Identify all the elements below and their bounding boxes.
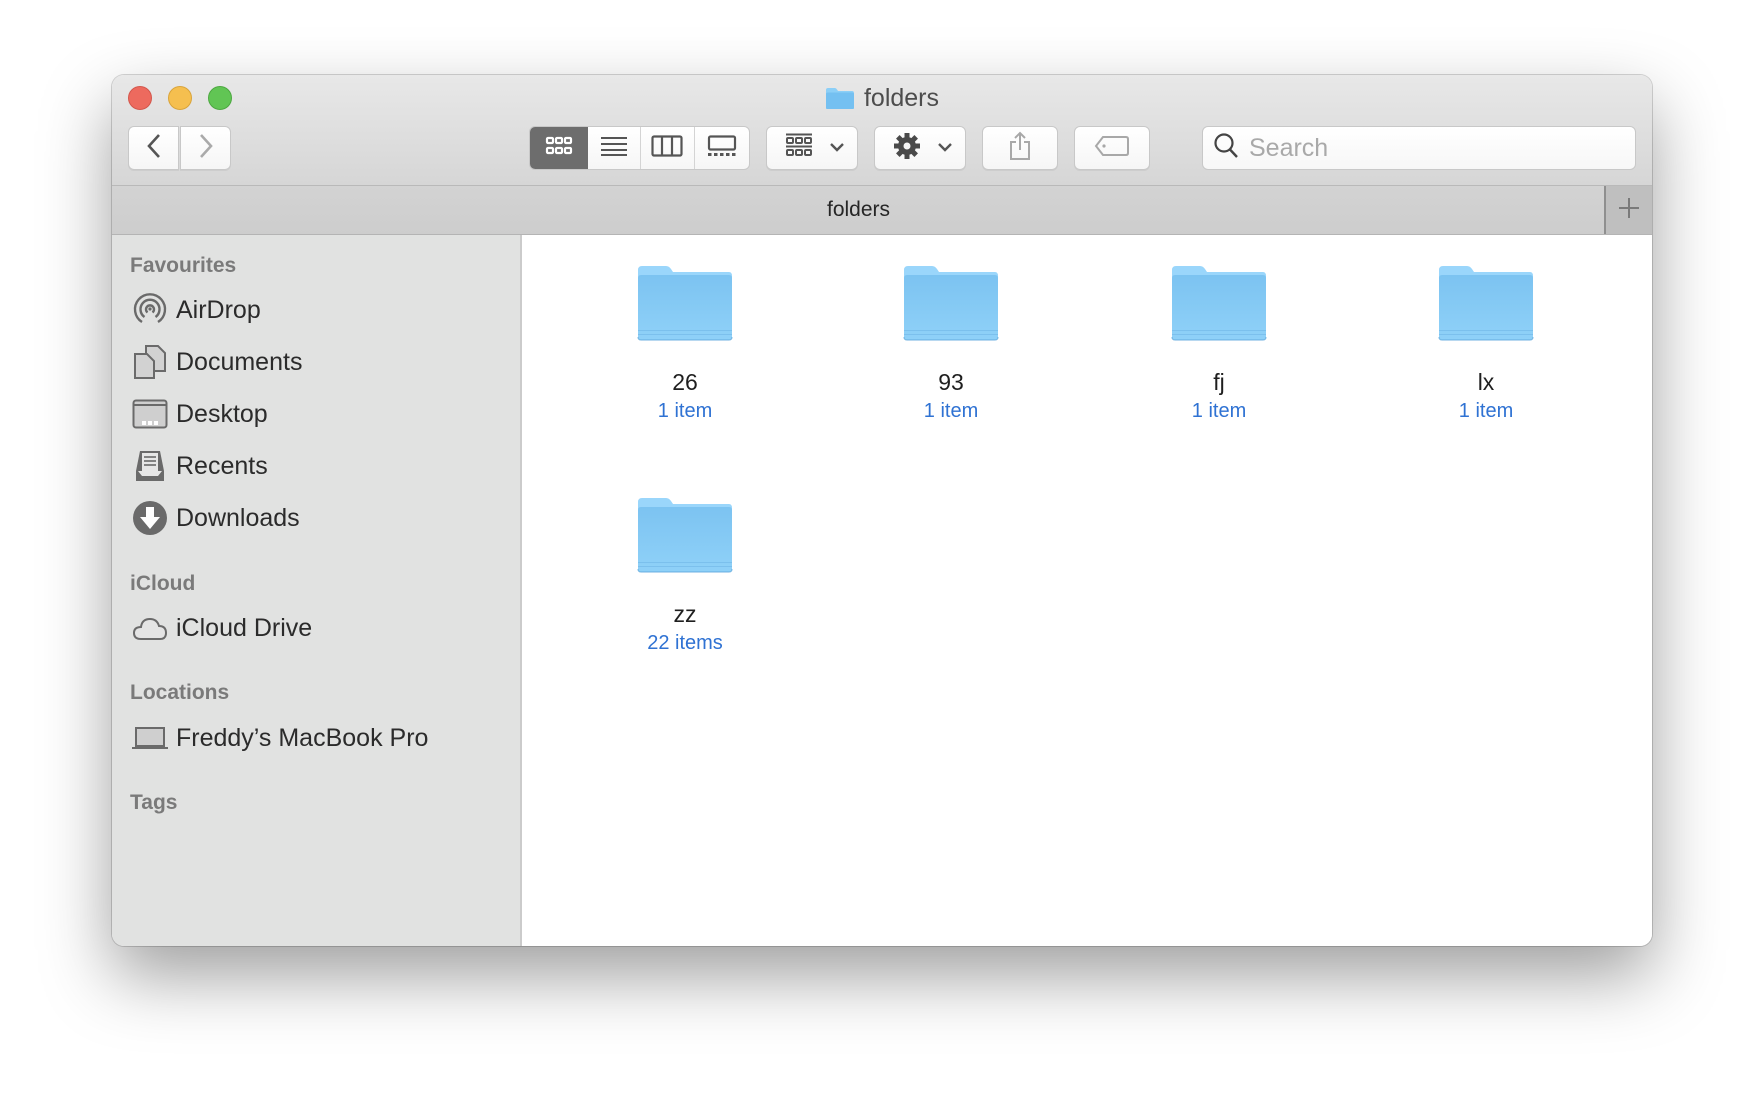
folder-item-count: 1 item [657, 400, 713, 422]
finder-window: folders Search folders Favourites AirDro… [112, 75, 1652, 946]
sidebar-item-desktop[interactable]: Desktop [132, 392, 510, 436]
folder-name: 93 [938, 369, 964, 395]
column-view-button[interactable] [641, 127, 695, 169]
tab-bar: folders [112, 186, 1652, 235]
laptop-icon [132, 720, 168, 756]
folder-item[interactable]: 93 1 item [851, 264, 1051, 424]
list-view-button[interactable] [588, 127, 641, 169]
airdrop-icon [132, 292, 168, 328]
sidebar-heading-tags: Tags [130, 791, 178, 814]
window-title: folders [112, 83, 1652, 112]
sidebar-item-label: Freddy’s MacBook Pro [176, 723, 429, 752]
folder-item-count: 1 item [1458, 400, 1514, 422]
cloud-icon [132, 610, 168, 646]
folder-name: 26 [672, 369, 698, 395]
sidebar-item-macbook-pro[interactable]: Freddy’s MacBook Pro [132, 716, 510, 760]
gallery-icon [707, 134, 737, 162]
chevron-down-icon [829, 139, 845, 157]
share-icon [1008, 131, 1032, 166]
list-icon [600, 135, 628, 162]
folder-item[interactable]: fj 1 item [1119, 264, 1319, 424]
folder-item-count: 22 items [647, 632, 723, 654]
file-browser: 26 1 item 93 1 item fj 1 item lx 1 item … [522, 235, 1652, 946]
folder-name: lx [1477, 369, 1495, 395]
documents-icon [132, 344, 168, 380]
sidebar-item-label: Recents [176, 451, 268, 480]
action-menu-button[interactable] [874, 126, 966, 170]
columns-icon [651, 134, 683, 162]
tag-icon [1094, 135, 1130, 162]
sidebar: Favourites AirDrop Documents Desktop Rec… [112, 235, 522, 946]
folder-icon [636, 496, 734, 574]
tag-button[interactable] [1074, 126, 1150, 170]
forward-button[interactable] [180, 126, 231, 170]
folder-item-count: 1 item [923, 400, 979, 422]
folder-icon [1170, 264, 1268, 342]
folder-icon [1437, 264, 1535, 342]
sidebar-item-label: Documents [176, 347, 303, 376]
back-button[interactable] [128, 126, 179, 170]
share-button[interactable] [982, 126, 1058, 170]
sidebar-item-label: iCloud Drive [176, 613, 313, 642]
search-field[interactable] [1202, 126, 1636, 170]
group-by-button[interactable] [766, 126, 858, 170]
sidebar-heading-locations: Locations [130, 681, 230, 704]
sidebar-item-downloads[interactable]: Downloads [132, 496, 510, 540]
group-by-icon [785, 133, 813, 164]
sidebar-item-label: AirDrop [176, 295, 261, 324]
sidebar-item-airdrop[interactable]: AirDrop [132, 288, 510, 332]
tab-folders[interactable]: folders [112, 186, 1605, 234]
titlebar: folders [112, 75, 1652, 186]
folder-item[interactable]: 26 1 item [585, 264, 785, 424]
plus-icon [1618, 197, 1640, 224]
chevron-left-icon [145, 133, 163, 164]
sidebar-heading-favourites: Favourites [130, 254, 237, 277]
sidebar-item-documents[interactable]: Documents [132, 340, 510, 384]
view-mode-control [529, 126, 750, 170]
chevron-right-icon [197, 133, 215, 164]
downloads-icon [132, 500, 168, 536]
gallery-view-button[interactable] [695, 127, 750, 169]
sidebar-item-recents[interactable]: Recents [132, 444, 510, 488]
desktop-icon [132, 396, 168, 432]
recents-icon [132, 448, 168, 484]
chevron-down-icon [937, 139, 953, 157]
search-input[interactable] [1247, 132, 1631, 164]
gear-icon [893, 132, 921, 165]
folder-name: zz [673, 601, 697, 627]
folder-name: fj [1213, 369, 1225, 395]
new-tab-button[interactable] [1604, 186, 1652, 234]
icon-grid-icon [545, 136, 573, 161]
folder-item-count: 1 item [1191, 400, 1247, 422]
folder-item[interactable]: lx 1 item [1386, 264, 1586, 424]
sidebar-item-label: Downloads [176, 503, 300, 532]
folder-icon [902, 264, 1000, 342]
folder-icon [825, 87, 855, 110]
folder-item[interactable]: zz 22 items [585, 496, 785, 656]
search-icon [1213, 132, 1239, 165]
sidebar-heading-icloud: iCloud [130, 572, 196, 595]
folder-icon [636, 264, 734, 342]
sidebar-item-label: Desktop [176, 399, 268, 428]
window-title-text: folders [863, 83, 940, 112]
sidebar-item-icloud-drive[interactable]: iCloud Drive [132, 606, 510, 650]
icon-view-button[interactable] [530, 127, 589, 169]
